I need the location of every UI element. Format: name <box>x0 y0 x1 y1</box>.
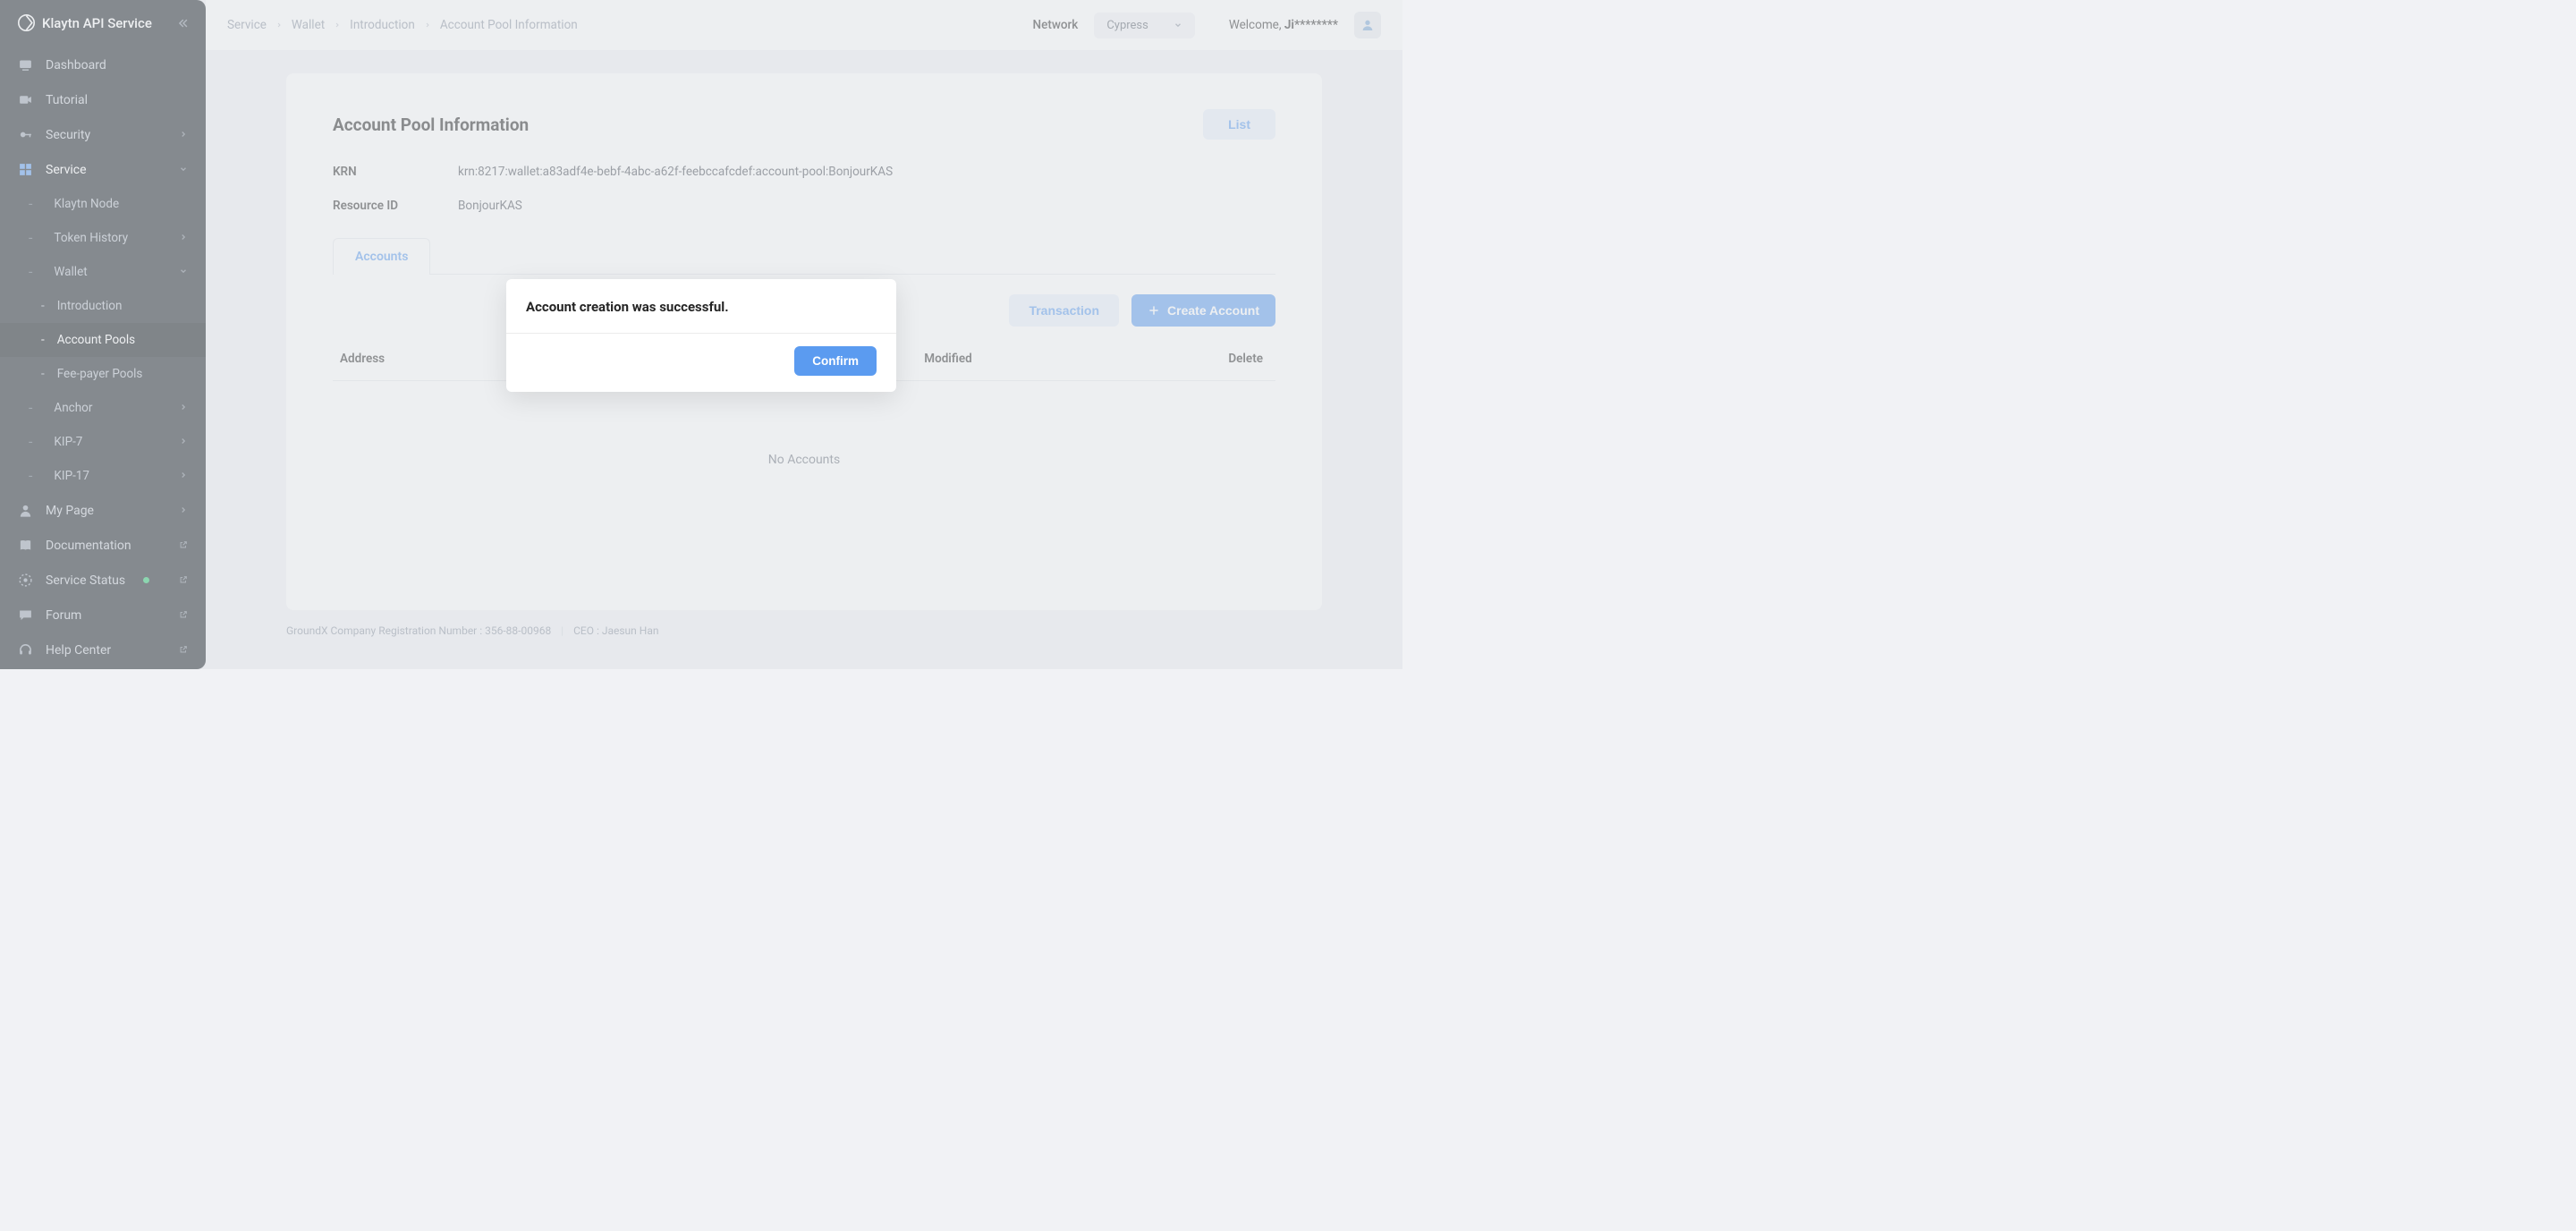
confirm-button[interactable]: Confirm <box>794 346 877 376</box>
modal-overlay[interactable]: Account creation was successful. Confirm <box>0 0 1402 669</box>
modal-message: Account creation was successful. <box>506 279 896 333</box>
success-modal: Account creation was successful. Confirm <box>506 279 896 392</box>
